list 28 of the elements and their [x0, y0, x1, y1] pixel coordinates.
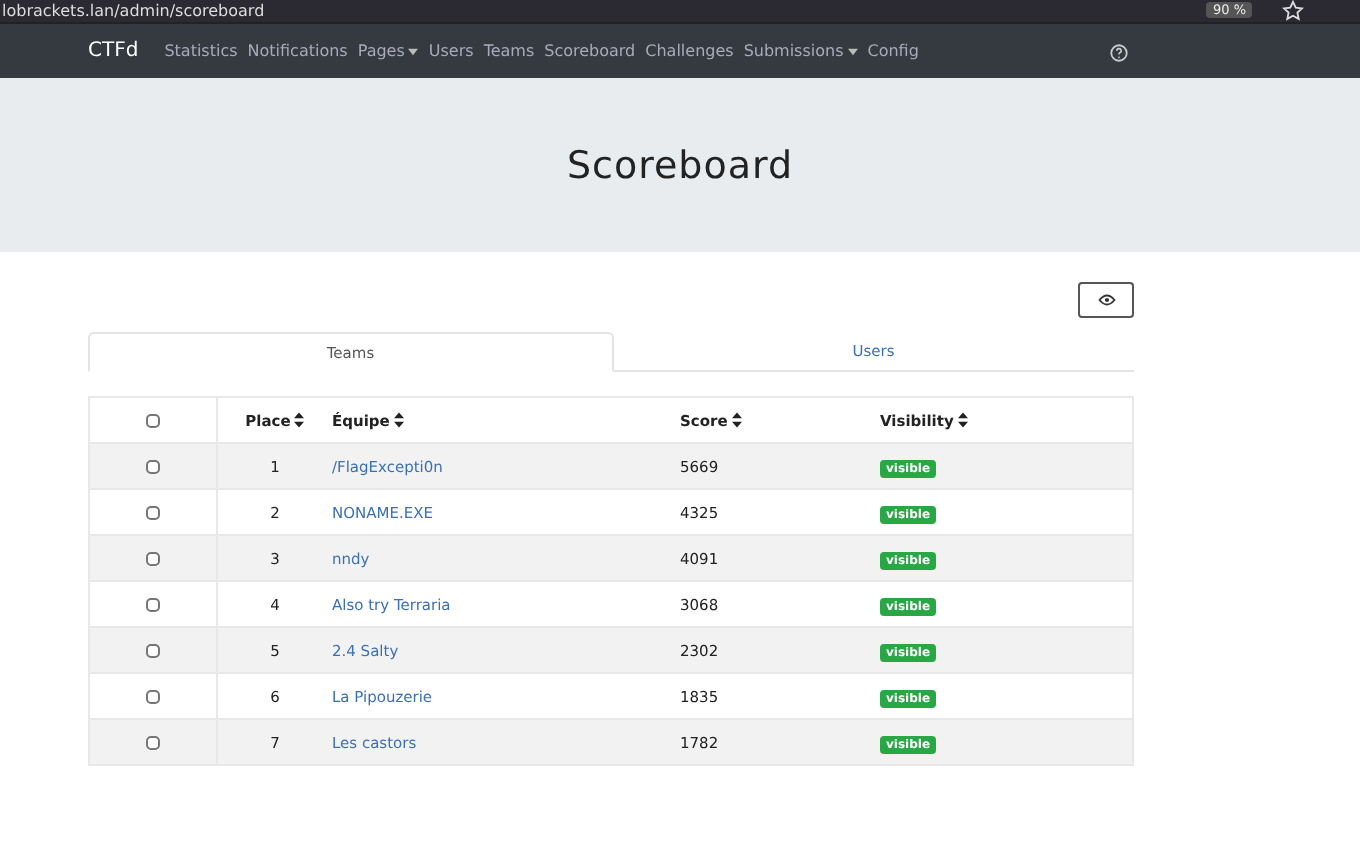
row-checkbox[interactable] — [146, 689, 160, 704]
help-icon[interactable] — [1110, 44, 1128, 62]
nav-link[interactable]: Pages — [357, 42, 419, 60]
star-icon[interactable] — [1282, 0, 1304, 22]
visibility-toggle-button[interactable] — [1078, 282, 1134, 318]
sort-icon[interactable] — [957, 412, 968, 429]
eye-icon — [1097, 294, 1115, 306]
nav-link[interactable]: Submissions — [743, 42, 858, 60]
nav-link[interactable]: Notifications — [247, 42, 348, 60]
sort-icon[interactable] — [294, 412, 305, 429]
row-checkbox[interactable] — [146, 597, 160, 612]
nav-link[interactable]: Config — [867, 42, 919, 60]
nav-link[interactable]: Statistics — [164, 42, 238, 60]
nav-link[interactable]: Challenges — [645, 42, 734, 60]
address-text[interactable]: lobrackets.lan/admin/scoreboard — [2, 1, 265, 21]
sort-icon[interactable] — [393, 412, 404, 429]
page-title: Scoreboard — [566, 143, 794, 187]
row-checkbox[interactable] — [146, 643, 160, 658]
row-checkbox[interactable] — [146, 459, 160, 474]
row-checkbox[interactable] — [146, 505, 160, 520]
row-checkbox[interactable] — [146, 735, 160, 750]
nav-link[interactable]: Scoreboard — [544, 42, 636, 60]
row-checkbox[interactable] — [146, 551, 160, 566]
brand-link[interactable]: CTFd — [88, 40, 139, 62]
nav-link[interactable]: Users — [428, 42, 474, 60]
nav-link[interactable]: Teams — [483, 42, 535, 60]
sort-icon[interactable] — [731, 412, 742, 429]
select-all-checkbox[interactable] — [146, 413, 160, 428]
